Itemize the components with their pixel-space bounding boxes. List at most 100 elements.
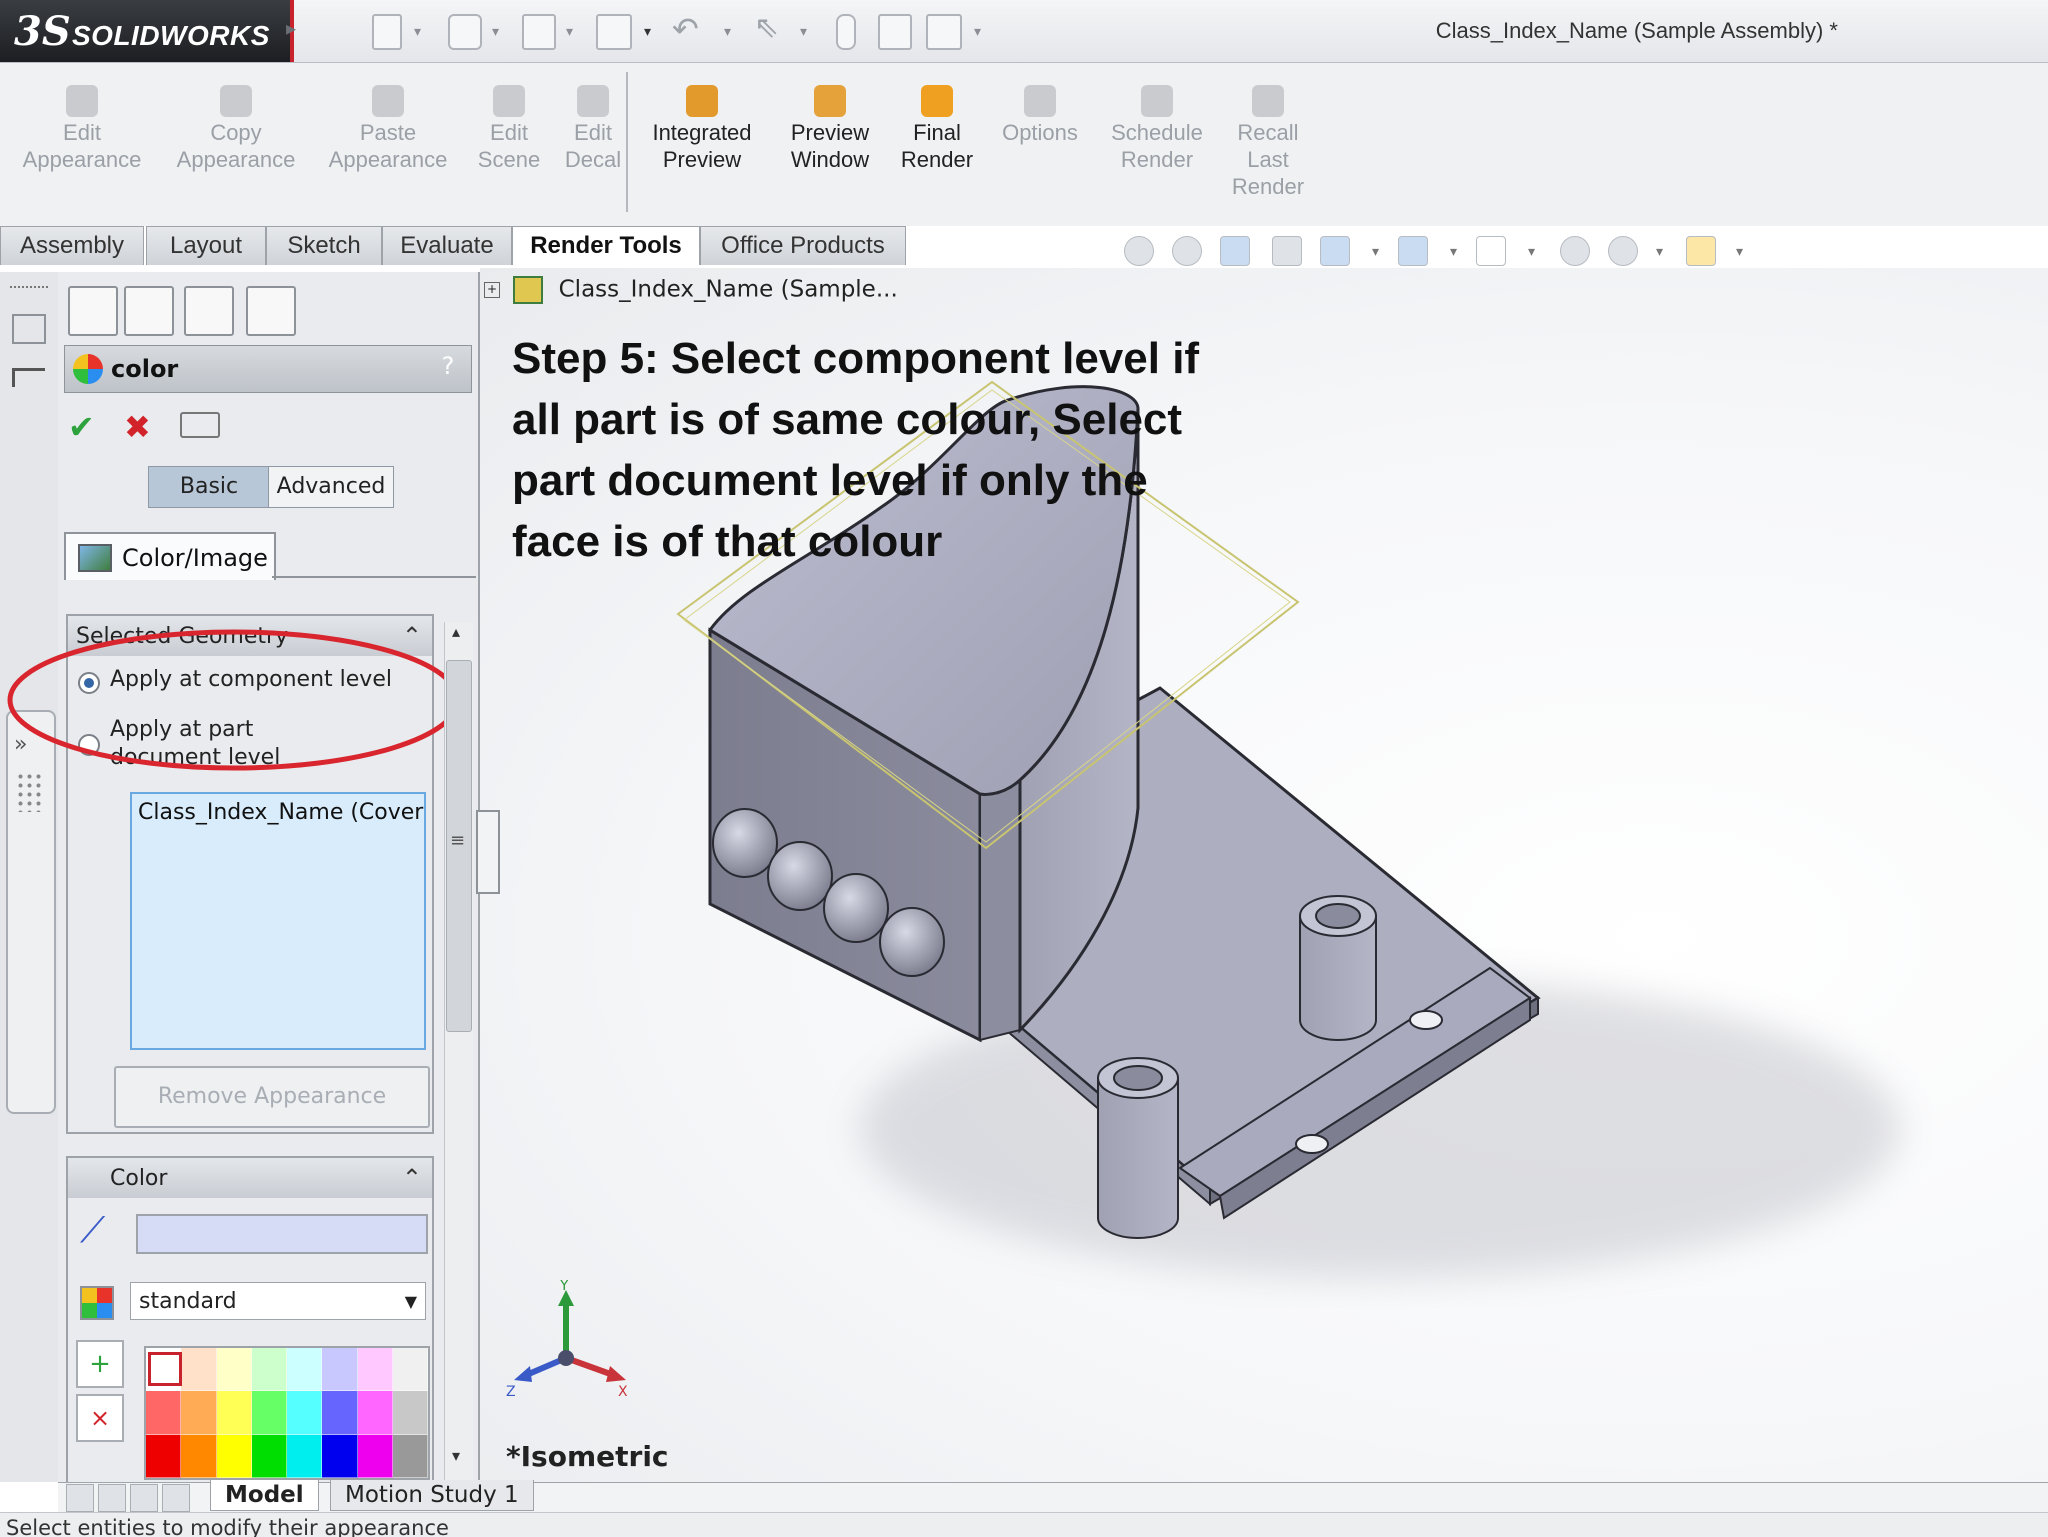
solidworks-logo[interactable]: 3S SOLIDWORKS: [0, 0, 294, 62]
led-dome[interactable]: [712, 808, 778, 878]
print-icon[interactable]: [596, 14, 632, 50]
first-tab-icon[interactable]: [66, 1484, 94, 1512]
section-view-icon[interactable]: [1272, 236, 1302, 266]
edit-appearance-sphere-icon[interactable]: [1560, 236, 1590, 266]
pushpin-icon[interactable]: [180, 412, 220, 438]
cmd-preview-window-button[interactable]: Preview Window: [778, 85, 882, 173]
standoff-left[interactable]: [1097, 1077, 1179, 1239]
display-style-dropdown-icon[interactable]: ▾: [1450, 244, 1457, 260]
tab-render-tools[interactable]: Render Tools: [512, 226, 700, 265]
select-dropdown-icon[interactable]: ▾: [800, 24, 807, 40]
open-dropdown-icon[interactable]: ▾: [492, 24, 499, 40]
view-orientation-icon[interactable]: [1320, 236, 1350, 266]
color-swatch[interactable]: [216, 1434, 252, 1478]
apply-scene-icon[interactable]: [1608, 236, 1638, 266]
scroll-up-icon[interactable]: ▴: [452, 622, 460, 641]
tab-evaluate[interactable]: Evaluate: [382, 226, 512, 265]
tab-scroll-controls[interactable]: [66, 1484, 196, 1512]
palette-select[interactable]: standard ▼: [130, 1282, 426, 1320]
hide-show-items-icon[interactable]: [1476, 236, 1506, 266]
color-swatch[interactable]: [216, 1348, 252, 1392]
list-item[interactable]: Class_Index_Name (Cover /: [138, 800, 424, 825]
select-pointer-icon[interactable]: ⇖: [754, 10, 779, 45]
color-swatch[interactable]: [181, 1391, 217, 1435]
view-settings-dropdown-icon[interactable]: ▾: [1736, 244, 1743, 260]
scrollbar-grip-icon[interactable]: ≡: [450, 830, 465, 851]
cmd-copy-appearance-button[interactable]: Copy Appearance: [166, 85, 306, 173]
cmd-edit-appearance-button[interactable]: Edit Appearance: [12, 85, 152, 173]
add-swatch-icon[interactable]: +: [76, 1340, 124, 1388]
tab-layout[interactable]: Layout: [146, 226, 266, 265]
motion-study-tab[interactable]: Motion Study 1: [330, 1480, 534, 1511]
print-dropdown-icon[interactable]: ▾: [644, 24, 651, 40]
view-settings-icon[interactable]: [1686, 236, 1716, 266]
color-value-field[interactable]: [136, 1214, 428, 1254]
configuration-manager-tab-icon[interactable]: [184, 286, 234, 336]
zoom-to-area-icon[interactable]: [1172, 236, 1202, 266]
panel-grip[interactable]: [10, 286, 48, 292]
cmd-schedule-render-button[interactable]: Schedule Render: [1104, 85, 1210, 173]
color-swatch[interactable]: [392, 1391, 428, 1435]
led-dome[interactable]: [879, 907, 945, 977]
eyedropper-icon[interactable]: ⟋: [80, 1210, 105, 1252]
options-icon[interactable]: [926, 14, 962, 50]
remove-swatch-icon[interactable]: ×: [76, 1394, 124, 1442]
options-dropdown-icon[interactable]: ▾: [974, 24, 981, 40]
scroll-down-icon[interactable]: ▾: [452, 1446, 460, 1465]
help-icon[interactable]: ?: [435, 352, 461, 384]
cmd-edit-decal-button[interactable]: Edit Decal: [558, 85, 628, 173]
cmd-recall-last-render-button[interactable]: Recall Last Render: [1228, 85, 1308, 200]
menu-expand-icon[interactable]: ▸: [286, 16, 296, 40]
color-swatch[interactable]: [357, 1348, 393, 1392]
palette-icon[interactable]: [80, 1286, 114, 1320]
cmd-integrated-preview-button[interactable]: Integrated Preview: [638, 85, 766, 173]
color-swatch[interactable]: [146, 1434, 182, 1478]
save-dropdown-icon[interactable]: ▾: [566, 24, 573, 40]
next-tab-icon[interactable]: [130, 1484, 158, 1512]
apply-scene-dropdown-icon[interactable]: ▾: [1656, 244, 1663, 260]
view-orientation-dropdown-icon[interactable]: ▾: [1372, 244, 1379, 260]
color-swatch[interactable]: [146, 1391, 182, 1435]
model-tab[interactable]: Model: [210, 1480, 319, 1511]
tab-sketch[interactable]: Sketch: [266, 226, 382, 265]
prev-tab-icon[interactable]: [98, 1484, 126, 1512]
color-swatch[interactable]: [357, 1391, 393, 1435]
tree-expand-icon[interactable]: +: [484, 282, 500, 298]
cancel-x-icon[interactable]: ✖: [124, 408, 151, 446]
cmd-final-render-button[interactable]: Final Render: [892, 85, 982, 173]
open-document-icon[interactable]: [448, 14, 482, 50]
signal-icon[interactable]: [12, 368, 45, 387]
zoom-to-fit-icon[interactable]: [1124, 236, 1154, 266]
color-image-tab[interactable]: Color/Image: [64, 532, 276, 580]
property-manager-tab-icon[interactable]: [124, 286, 174, 336]
color-swatch[interactable]: [287, 1434, 323, 1478]
panel-splitter-handle[interactable]: [476, 810, 500, 894]
collapse-chevron-icon[interactable]: ⌃: [402, 1164, 422, 1192]
rebuild-icon[interactable]: [836, 14, 856, 50]
basic-mode-button[interactable]: Basic: [148, 466, 270, 508]
hide-show-dropdown-icon[interactable]: ▾: [1528, 244, 1535, 260]
color-swatch[interactable]: [287, 1348, 323, 1392]
advanced-mode-button[interactable]: Advanced: [268, 466, 394, 508]
remove-appearance-button[interactable]: Remove Appearance: [114, 1066, 430, 1128]
color-swatch[interactable]: [251, 1348, 287, 1392]
ok-checkmark-icon[interactable]: ✔: [68, 408, 95, 446]
tab-assembly[interactable]: Assembly: [0, 226, 144, 265]
file-properties-icon[interactable]: [878, 14, 912, 50]
color-swatch[interactable]: [251, 1391, 287, 1435]
color-swatch[interactable]: [392, 1434, 428, 1478]
color-swatch[interactable]: [181, 1434, 217, 1478]
color-swatch-grid[interactable]: [144, 1346, 430, 1480]
color-swatch[interactable]: [287, 1391, 323, 1435]
color-swatch[interactable]: [392, 1348, 428, 1392]
display-style-icon[interactable]: [1398, 236, 1428, 266]
color-group-header[interactable]: Color ⌃: [68, 1158, 432, 1198]
color-swatch[interactable]: [216, 1391, 252, 1435]
previous-view-icon[interactable]: [1220, 236, 1250, 266]
cmd-paste-appearance-button[interactable]: Paste Appearance: [318, 85, 458, 173]
led-dome[interactable]: [823, 873, 889, 943]
chevron-down-icon[interactable]: ▼: [405, 1283, 417, 1321]
color-swatch[interactable]: [322, 1348, 358, 1392]
new-document-icon[interactable]: [372, 14, 402, 50]
new-dropdown-icon[interactable]: ▾: [414, 24, 421, 40]
